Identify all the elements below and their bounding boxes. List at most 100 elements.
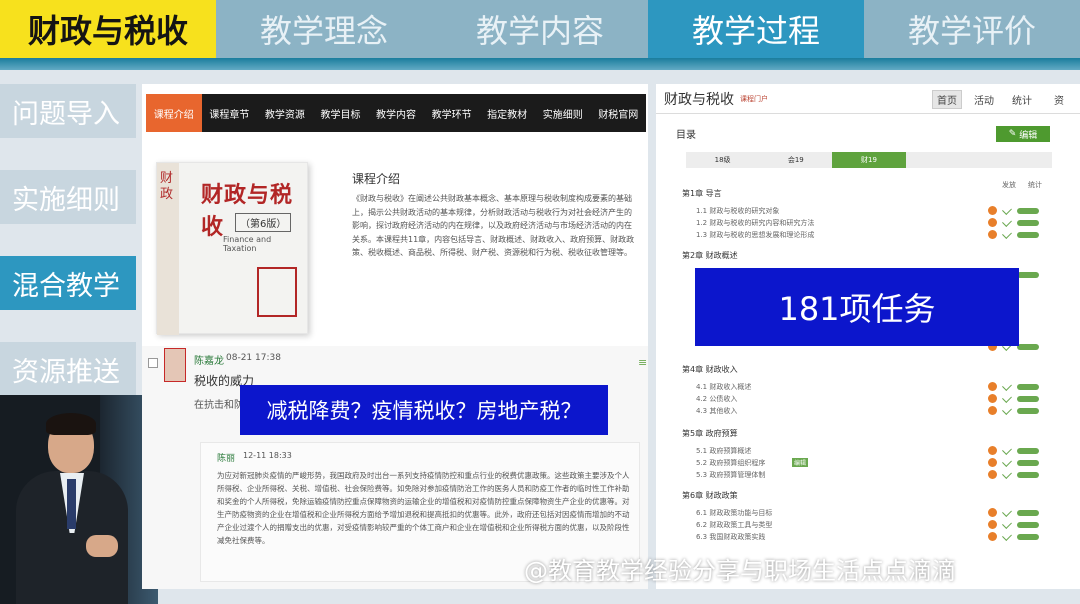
- tab-teaching-content[interactable]: 教学内容: [432, 0, 648, 58]
- course-nav-content[interactable]: 教学内容: [368, 94, 424, 132]
- post-checkbox[interactable]: [148, 358, 158, 368]
- status-dot-icon: [988, 532, 997, 541]
- lesson-1-1[interactable]: 1.1 财政与税收的研究对象: [696, 206, 779, 216]
- nav-activities[interactable]: 活动: [974, 92, 994, 107]
- directory-course-subtitle: 课程门户: [740, 95, 768, 103]
- top-tab-bar: 财政与税收 教学理念 教学内容 教学过程 教学评价: [0, 0, 1080, 58]
- tab-teaching-evaluation[interactable]: 教学评价: [864, 0, 1080, 58]
- status-pill[interactable]: [1017, 533, 1039, 540]
- status-pill[interactable]: [1017, 407, 1039, 414]
- status-dot-icon: [988, 520, 997, 529]
- semester-tab-kuai19[interactable]: 会19: [759, 152, 832, 168]
- chapter-1[interactable]: 第1章 导言: [682, 188, 722, 199]
- check-icon: [1002, 380, 1012, 391]
- check-icon: [1002, 468, 1012, 479]
- status-pill[interactable]: [1017, 395, 1039, 402]
- avatar: [164, 348, 186, 382]
- status-dot-icon: [988, 508, 997, 517]
- check-icon: [1002, 444, 1012, 455]
- lesson-status: [988, 518, 1039, 529]
- lesson-5-2[interactable]: 5.2 政府预算组织程序: [696, 458, 765, 468]
- lesson-1-3[interactable]: 1.3 财政与税收的思想发展和理论形成: [696, 230, 814, 240]
- lesson-6-1[interactable]: 6.1 财政政策功能与目标: [696, 508, 772, 518]
- edit-tag[interactable]: 编辑: [792, 458, 809, 467]
- check-icon: [1002, 204, 1012, 215]
- left-nav-implementation[interactable]: 实施细则: [0, 170, 136, 224]
- watermark: @教育教学经验分享与职场生活点点滴滴: [524, 557, 956, 585]
- left-nav: 问题导入 实施细则 混合教学 资源推送: [0, 84, 136, 428]
- teacher-video: [0, 395, 158, 604]
- teacher-tie: [67, 479, 76, 529]
- course-nav-chapters[interactable]: 课程章节: [202, 94, 258, 132]
- course-nav-textbook[interactable]: 指定教材: [479, 94, 535, 132]
- status-pill[interactable]: [1017, 271, 1039, 278]
- lesson-4-3[interactable]: 4.3 其他收入: [696, 406, 737, 416]
- semester-tab-blank-2: [979, 152, 1052, 168]
- lesson-6-2[interactable]: 6.2 财政政策工具与类型: [696, 520, 772, 530]
- course-nav-intro[interactable]: 课程介绍: [146, 94, 202, 132]
- tab-teaching-philosophy[interactable]: 教学理念: [216, 0, 432, 58]
- course-nav: 课程介绍 课程章节 教学资源 教学目标 教学内容 教学环节 指定教材 实施细则 …: [146, 94, 646, 132]
- lesson-status: [988, 380, 1039, 391]
- check-icon: [1002, 216, 1012, 227]
- chapter-6[interactable]: 第6章 财政政策: [682, 490, 738, 501]
- course-page-screenshot: 课程介绍 课程章节 教学资源 教学目标 教学内容 教学环节 指定教材 实施细则 …: [142, 84, 648, 589]
- course-nav-goals[interactable]: 教学目标: [313, 94, 369, 132]
- semester-tab-blank-1: [906, 152, 979, 168]
- status-pill[interactable]: [1017, 447, 1039, 454]
- chapter-4[interactable]: 第4章 财政收入: [682, 364, 738, 375]
- lesson-6-3[interactable]: 6.3 我国财政政策实践: [696, 532, 765, 542]
- edit-button[interactable]: ✎ 编辑: [996, 126, 1050, 142]
- status-pill[interactable]: [1017, 207, 1039, 214]
- reply-author[interactable]: 陈丽: [217, 451, 235, 464]
- status-dot-icon: [988, 470, 997, 479]
- nav-home[interactable]: 首页: [932, 90, 962, 109]
- status-pill[interactable]: [1017, 459, 1039, 466]
- teacher-hair: [46, 413, 96, 435]
- course-nav-rules[interactable]: 实施细则: [535, 94, 591, 132]
- status-dot-icon: [988, 446, 997, 455]
- directory-header: 财政与税收 课程门户 首页 活动 统计 资: [656, 84, 1080, 114]
- nav-statistics[interactable]: 统计: [1012, 92, 1032, 107]
- chapter-2[interactable]: 第2章 财政概述: [682, 250, 738, 261]
- course-nav-stages[interactable]: 教学环节: [424, 94, 480, 132]
- status-pill[interactable]: [1017, 343, 1039, 350]
- lesson-status: [988, 468, 1039, 479]
- status-pill[interactable]: [1017, 383, 1039, 390]
- lesson-status: [988, 456, 1039, 467]
- lesson-4-1[interactable]: 4.1 财政收入概述: [696, 382, 751, 392]
- status-dot-icon: [988, 382, 997, 391]
- status-dot-icon: [988, 394, 997, 403]
- tab-teaching-process[interactable]: 教学过程: [648, 0, 864, 58]
- course-nav-resources[interactable]: 教学资源: [257, 94, 313, 132]
- lesson-5-3[interactable]: 5.3 政府预算管理体制: [696, 470, 765, 480]
- left-nav-blended-teaching[interactable]: 混合教学: [0, 256, 136, 310]
- semester-tab-cai19[interactable]: 财19: [832, 152, 906, 168]
- status-pill[interactable]: [1017, 509, 1039, 516]
- reply-text: 为应对新冠肺炎疫情的严峻形势，我国政府及时出台一系列支持疫情防控和重点行业的税费…: [217, 471, 630, 545]
- course-nav-tax-site[interactable]: 财税官网: [591, 94, 647, 132]
- tab-finance-taxation[interactable]: 财政与税收: [0, 0, 216, 58]
- left-nav-problem-intro[interactable]: 问题导入: [0, 84, 136, 138]
- lesson-status: [988, 530, 1039, 541]
- post-author[interactable]: 陈嘉龙: [194, 352, 224, 367]
- status-pill[interactable]: [1017, 471, 1039, 478]
- questions-banner: 减税降费？疫情税收？房地产税？: [240, 385, 608, 435]
- status-pill[interactable]: [1017, 231, 1039, 238]
- status-pill[interactable]: [1017, 521, 1039, 528]
- directory-course-title: 财政与税收: [664, 92, 734, 108]
- menu-icon[interactable]: ≡: [638, 356, 647, 369]
- status-dot-icon: [988, 230, 997, 239]
- status-pill[interactable]: [1017, 219, 1039, 226]
- lesson-5-1[interactable]: 5.1 政府预算概述: [696, 446, 751, 456]
- chapter-5[interactable]: 第5章 政府预算: [682, 428, 738, 439]
- left-nav-resource-push[interactable]: 资源推送: [0, 342, 136, 396]
- intro-title: 课程介绍: [352, 172, 401, 186]
- lesson-4-2[interactable]: 4.2 公债收入: [696, 394, 737, 404]
- book-spine-text: 财政: [160, 171, 174, 202]
- nav-resources[interactable]: 资: [1054, 92, 1064, 107]
- lesson-1-2[interactable]: 1.2 财政与税收的研究内容和研究方法: [696, 218, 814, 228]
- check-icon: [1002, 404, 1012, 415]
- semester-tab-18[interactable]: 18级: [686, 152, 759, 168]
- check-icon: [1002, 456, 1012, 467]
